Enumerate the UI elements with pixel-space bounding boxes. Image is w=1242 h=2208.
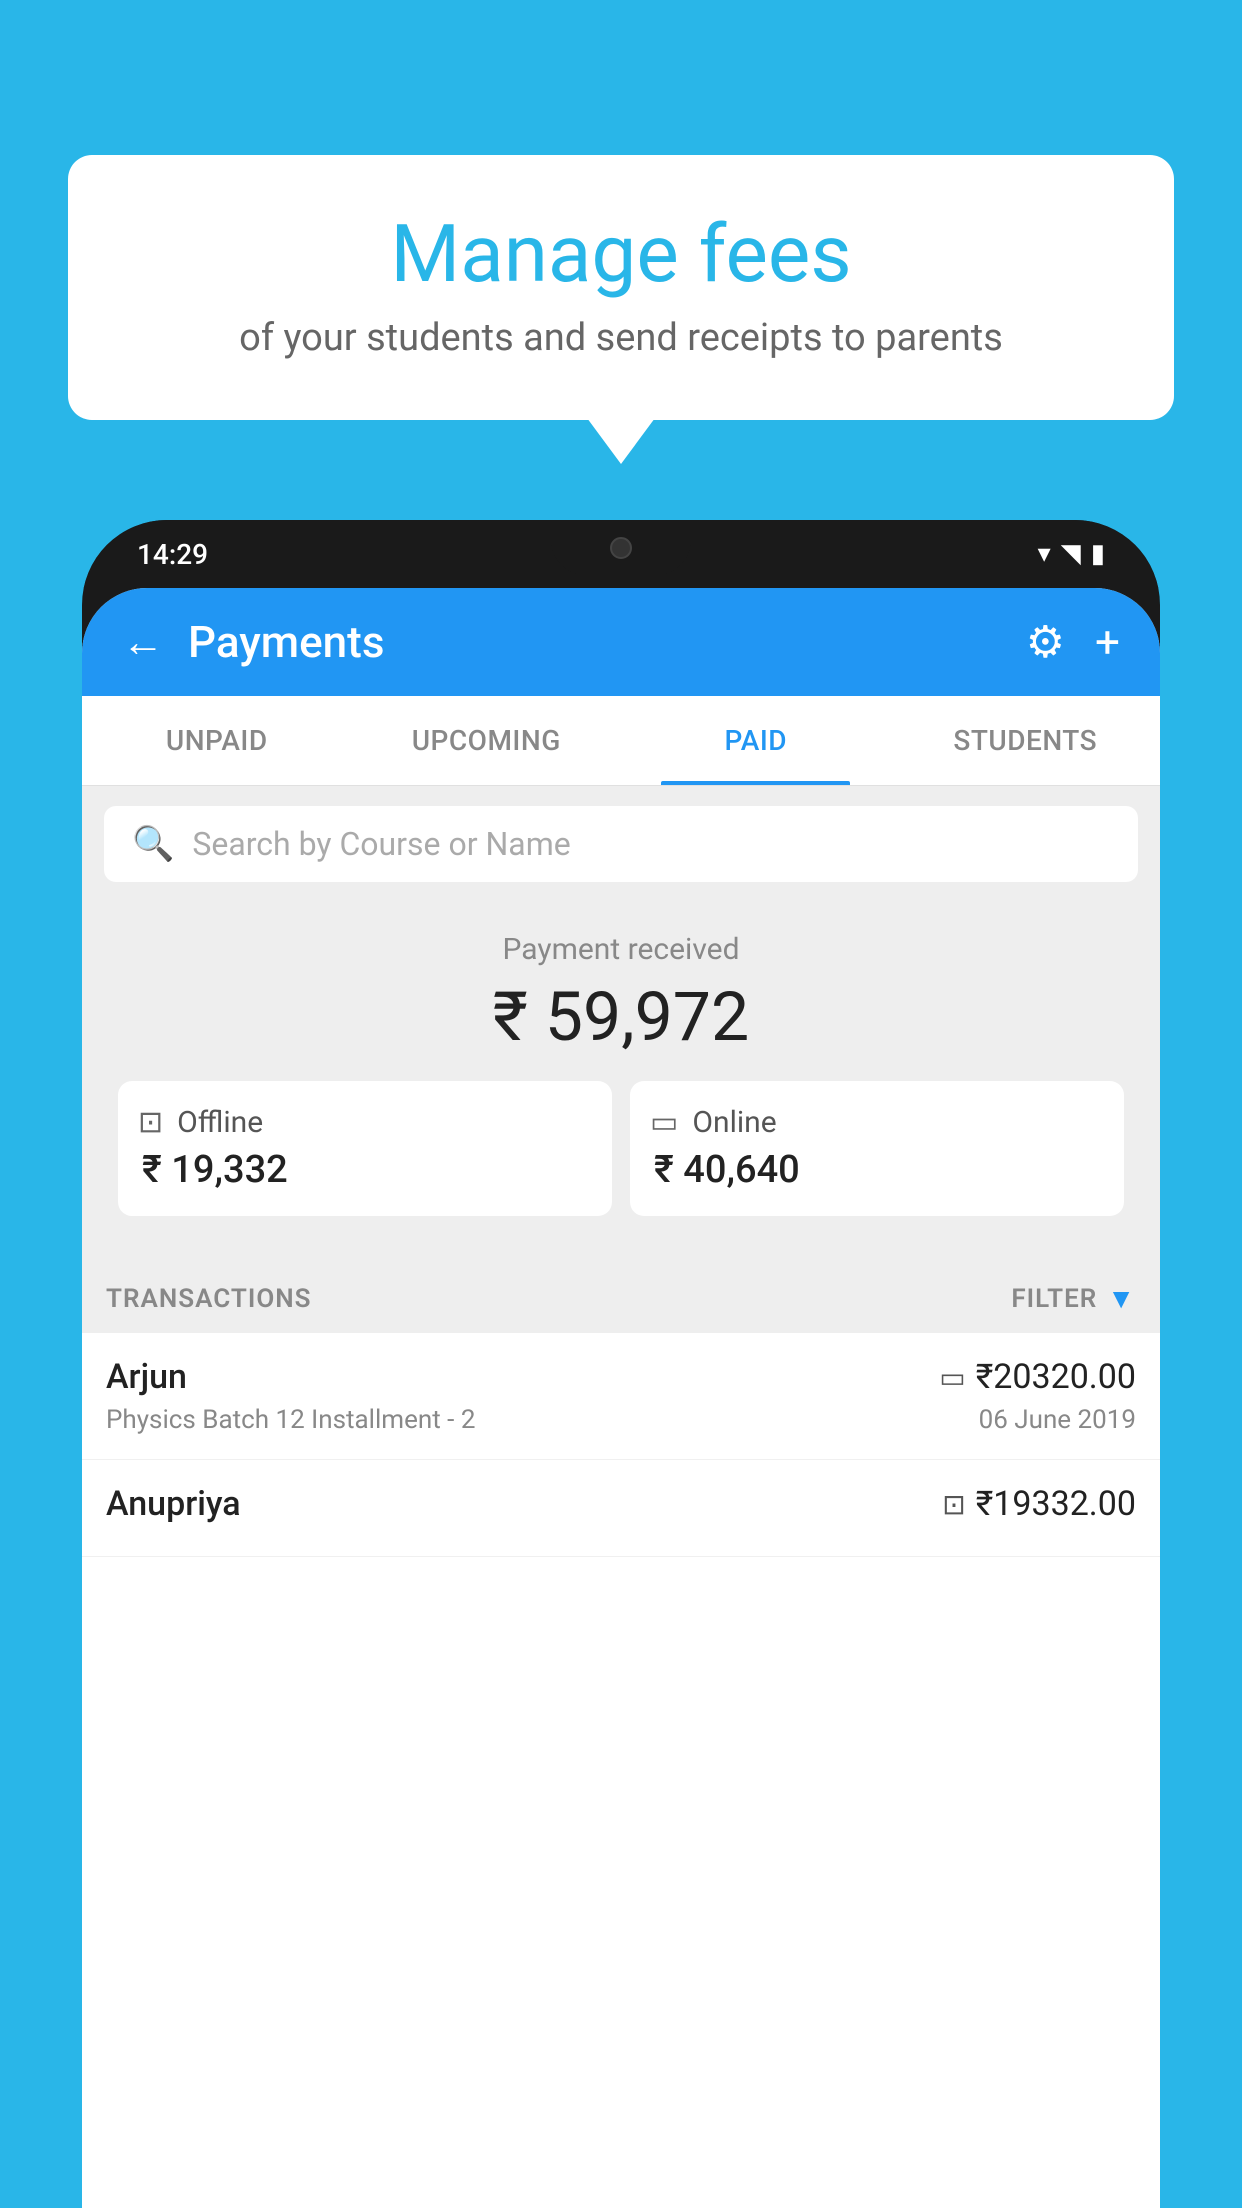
header-left: ← Payments [122,616,384,668]
transaction-date: 06 June 2019 [979,1405,1136,1435]
transaction-name: Anupriya [106,1484,241,1524]
page-title: Payments [188,616,384,668]
tab-paid[interactable]: PAID [621,696,891,785]
filter-label: FILTER [1011,1284,1097,1314]
offline-card: ⊡ Offline ₹ 19,332 [118,1081,612,1216]
filter-icon: ▼ [1107,1282,1136,1315]
app-screen: ← Payments ⚙ + UNPAID UPCOMING PAID STUD… [82,588,1160,2208]
card-payment-icon: ▭ [939,1361,965,1394]
online-icon: ▭ [650,1105,678,1140]
tab-upcoming[interactable]: UPCOMING [352,696,622,785]
add-button[interactable]: + [1095,616,1120,668]
settings-button[interactable]: ⚙ [1026,616,1065,668]
table-row[interactable]: Anupriya ⊡ ₹19332.00 [82,1460,1160,1557]
search-bar[interactable]: 🔍 Search by Course or Name [104,806,1138,882]
transaction-top: Anupriya ⊡ ₹19332.00 [106,1484,1136,1524]
bubble-title: Manage fees [118,210,1124,298]
phone-frame: 14:29 ▾ ◥ ▮ ← Payments ⚙ + UNPAID UPCOMI… [82,520,1160,2208]
online-amount: ₹ 40,640 [650,1148,800,1192]
cash-payment-icon: ⊡ [942,1488,965,1521]
transaction-amount: ₹20320.00 [976,1357,1136,1397]
payment-received-label: Payment received [102,932,1140,967]
offline-label: Offline [177,1105,263,1140]
transaction-desc: Physics Batch 12 Installment - 2 [106,1405,475,1435]
online-card-header: ▭ Online [650,1105,777,1140]
tab-students[interactable]: STUDENTS [891,696,1161,785]
status-bar: 14:29 ▾ ◥ ▮ [82,520,1160,588]
tabs-container: UNPAID UPCOMING PAID STUDENTS [82,696,1160,786]
search-placeholder: Search by Course or Name [192,825,570,863]
camera-dot [610,537,632,559]
status-time: 14:29 [137,538,208,571]
transaction-amount-wrap: ⊡ ₹19332.00 [942,1484,1136,1524]
offline-amount: ₹ 19,332 [138,1148,288,1192]
transactions-label: TRANSACTIONS [106,1284,312,1314]
transaction-bottom: Physics Batch 12 Installment - 2 06 June… [106,1405,1136,1435]
back-button[interactable]: ← [122,618,164,667]
payment-total-amount: ₹ 59,972 [102,977,1140,1057]
search-container: 🔍 Search by Course or Name [82,786,1160,902]
battery-icon: ▮ [1091,539,1105,569]
online-card: ▭ Online ₹ 40,640 [630,1081,1124,1216]
offline-card-header: ⊡ Offline [138,1105,263,1140]
status-icons: ▾ ◥ ▮ [1038,539,1105,569]
payment-cards: ⊡ Offline ₹ 19,332 ▭ Online ₹ 40,640 [102,1081,1140,1240]
transaction-name: Arjun [106,1357,187,1397]
header-right: ⚙ + [1026,616,1120,668]
transaction-amount-wrap: ▭ ₹20320.00 [939,1357,1136,1397]
filter-button[interactable]: FILTER ▼ [1011,1282,1136,1315]
speech-bubble: Manage fees of your students and send re… [68,155,1174,420]
offline-icon: ⊡ [138,1105,163,1140]
table-row[interactable]: Arjun ▭ ₹20320.00 Physics Batch 12 Insta… [82,1333,1160,1460]
bubble-subtitle: of your students and send receipts to pa… [118,316,1124,360]
tab-unpaid[interactable]: UNPAID [82,696,352,785]
wifi-icon: ▾ [1038,539,1051,569]
signal-icon: ◥ [1061,539,1081,569]
transactions-header: TRANSACTIONS FILTER ▼ [82,1264,1160,1333]
transactions-list: Arjun ▭ ₹20320.00 Physics Batch 12 Insta… [82,1333,1160,2208]
payment-summary: Payment received ₹ 59,972 ⊡ Offline ₹ 19… [82,902,1160,1264]
transaction-top: Arjun ▭ ₹20320.00 [106,1357,1136,1397]
app-header: ← Payments ⚙ + [82,588,1160,696]
transaction-amount: ₹19332.00 [976,1484,1136,1524]
search-icon: 🔍 [132,824,174,864]
online-label: Online [692,1105,776,1140]
notch [551,520,691,575]
